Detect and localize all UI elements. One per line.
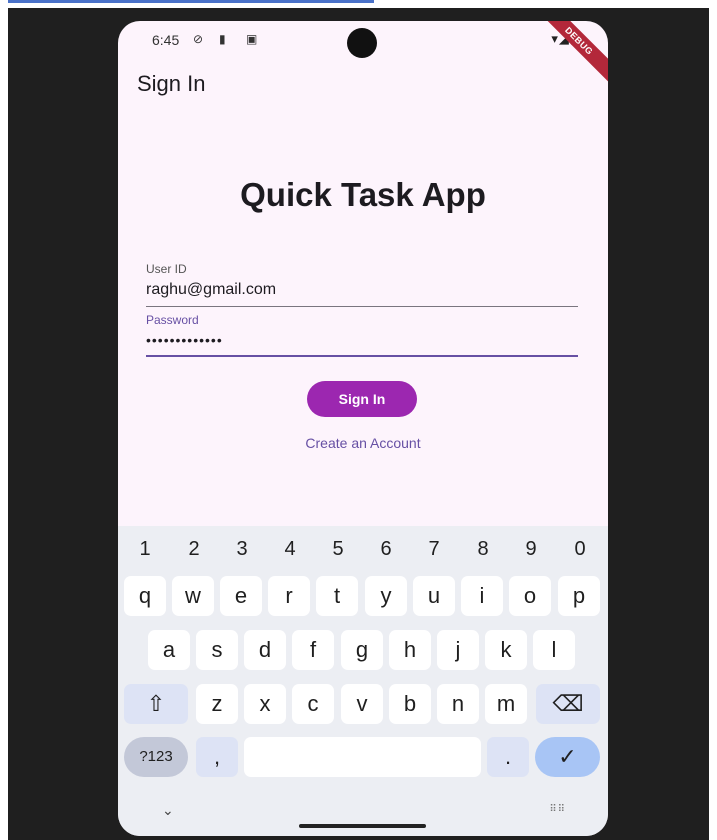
symbols-key[interactable]: ?123 bbox=[124, 737, 188, 777]
password-field[interactable]: Password ••••••••••••• bbox=[146, 313, 578, 358]
key-5[interactable]: 5 bbox=[318, 538, 358, 561]
app-heading: Quick Task App bbox=[240, 176, 486, 213]
status-bar: 6:45 ⊘ ▮ ▣ ▾◢▮ DEBUG bbox=[118, 21, 608, 86]
user-id-underline bbox=[146, 306, 578, 307]
backspace-icon: ⌫ bbox=[552, 691, 584, 716]
key-t[interactable]: t bbox=[316, 576, 358, 616]
top-link-underline bbox=[8, 0, 374, 3]
camera-cutout bbox=[347, 28, 377, 58]
key-d[interactable]: d bbox=[244, 630, 286, 670]
create-account-link[interactable]: Create an Account bbox=[118, 435, 608, 451]
key-z[interactable]: z bbox=[196, 684, 238, 724]
password-underline bbox=[146, 355, 578, 357]
key-1[interactable]: 1 bbox=[125, 538, 165, 561]
key-s[interactable]: s bbox=[196, 630, 238, 670]
shift-key[interactable]: ⇧ bbox=[124, 684, 188, 724]
key-o[interactable]: o bbox=[509, 576, 551, 616]
key-x[interactable]: x bbox=[244, 684, 286, 724]
key-j[interactable]: j bbox=[437, 630, 479, 670]
key-9[interactable]: 9 bbox=[511, 538, 551, 561]
user-id-label: User ID bbox=[146, 262, 187, 276]
key-7[interactable]: 7 bbox=[414, 538, 454, 561]
enter-key[interactable]: ✓ bbox=[535, 737, 600, 777]
checkmark-icon: ✓ bbox=[558, 744, 577, 769]
page-title: Sign In bbox=[137, 71, 206, 96]
sim-icon: ▮ bbox=[219, 32, 226, 46]
keyboard-switch-icon[interactable]: ⠿⠿ bbox=[549, 804, 566, 815]
space-key[interactable] bbox=[244, 737, 481, 777]
vpn-icon: ⊘ bbox=[193, 32, 204, 46]
comma-key[interactable]: , bbox=[196, 737, 238, 777]
shift-icon: ⇧ bbox=[146, 691, 166, 716]
key-b[interactable]: b bbox=[389, 684, 431, 724]
key-i[interactable]: i bbox=[461, 576, 503, 616]
create-account-label[interactable]: Create an Account bbox=[305, 435, 420, 451]
key-3[interactable]: 3 bbox=[222, 538, 262, 561]
phone-screen: 6:45 ⊘ ▮ ▣ ▾◢▮ DEBUG Sign In Quick Task … bbox=[118, 21, 608, 836]
key-2[interactable]: 2 bbox=[174, 538, 214, 561]
key-f[interactable]: f bbox=[292, 630, 334, 670]
sign-in-button[interactable]: Sign In bbox=[307, 381, 417, 417]
key-8[interactable]: 8 bbox=[463, 538, 503, 561]
period-key[interactable]: . bbox=[487, 737, 529, 777]
key-a[interactable]: a bbox=[148, 630, 190, 670]
password-label: Password bbox=[146, 313, 199, 327]
chevron-down-icon[interactable]: ⌄ bbox=[162, 802, 174, 819]
key-w[interactable]: w bbox=[172, 576, 214, 616]
key-e[interactable]: e bbox=[220, 576, 262, 616]
key-4[interactable]: 4 bbox=[270, 538, 310, 561]
key-u[interactable]: u bbox=[413, 576, 455, 616]
user-id-value[interactable]: raghu@gmail.com bbox=[146, 281, 578, 299]
key-k[interactable]: k bbox=[485, 630, 527, 670]
user-id-field[interactable]: User ID raghu@gmail.com bbox=[146, 262, 578, 307]
key-c[interactable]: c bbox=[292, 684, 334, 724]
key-r[interactable]: r bbox=[268, 576, 310, 616]
key-h[interactable]: h bbox=[389, 630, 431, 670]
key-p[interactable]: p bbox=[558, 576, 600, 616]
debug-banner: DEBUG bbox=[534, 21, 608, 86]
backspace-key[interactable]: ⌫ bbox=[536, 684, 600, 724]
key-v[interactable]: v bbox=[341, 684, 383, 724]
number-row: 1 2 3 4 5 6 7 8 9 0 bbox=[118, 538, 608, 568]
soft-keyboard: 1 2 3 4 5 6 7 8 9 0 q w e r t y u i o p … bbox=[118, 526, 608, 836]
key-6[interactable]: 6 bbox=[366, 538, 406, 561]
key-m[interactable]: m bbox=[485, 684, 527, 724]
key-y[interactable]: y bbox=[365, 576, 407, 616]
password-value[interactable]: ••••••••••••• bbox=[146, 332, 578, 348]
status-time: 6:45 bbox=[152, 32, 180, 48]
key-0[interactable]: 0 bbox=[560, 538, 600, 561]
home-gesture-bar[interactable] bbox=[299, 824, 426, 828]
key-l[interactable]: l bbox=[533, 630, 575, 670]
key-q[interactable]: q bbox=[124, 576, 166, 616]
notification-icon: ▣ bbox=[246, 32, 258, 46]
key-n[interactable]: n bbox=[437, 684, 479, 724]
key-g[interactable]: g bbox=[341, 630, 383, 670]
